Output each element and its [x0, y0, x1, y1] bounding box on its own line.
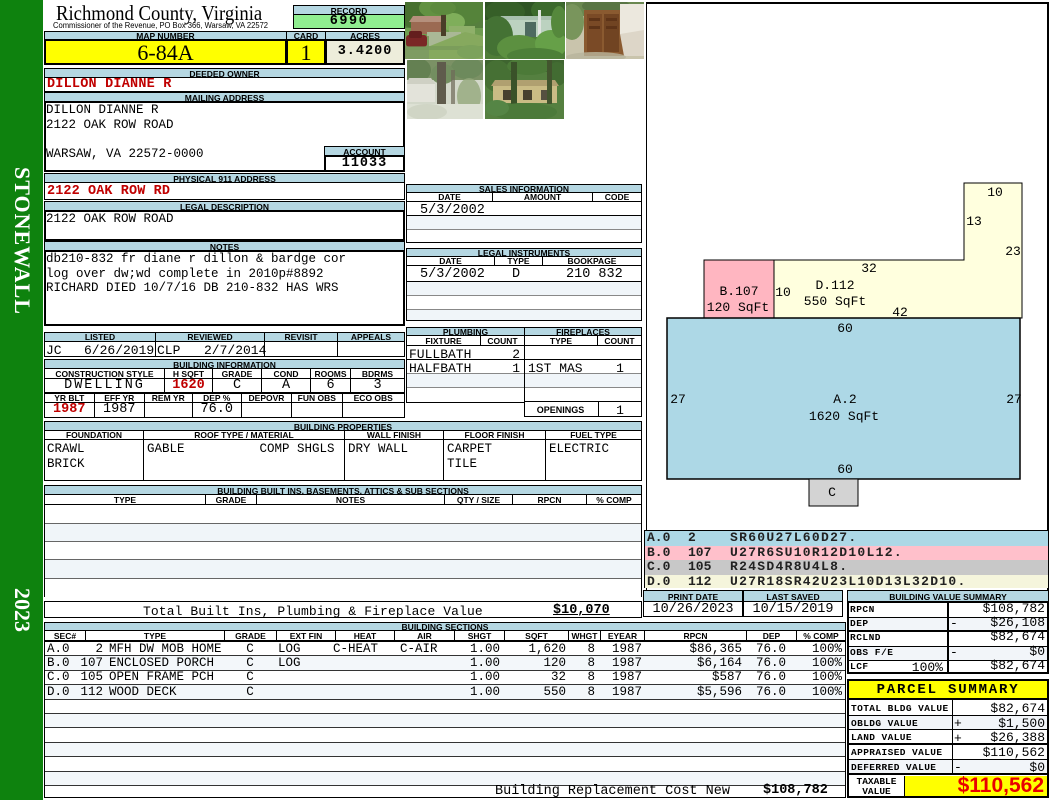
svg-text:23: 23: [1005, 244, 1021, 259]
svg-text:A.2: A.2: [833, 392, 856, 407]
svg-text:13: 13: [966, 214, 982, 229]
svg-text:D.112: D.112: [815, 278, 854, 293]
svg-text:27: 27: [1006, 392, 1022, 407]
svg-text:42: 42: [892, 305, 908, 320]
svg-text:60: 60: [837, 321, 853, 336]
svg-text:550 SqFt: 550 SqFt: [804, 294, 866, 309]
svg-text:27: 27: [670, 392, 686, 407]
svg-text:1620 SqFt: 1620 SqFt: [809, 409, 879, 424]
svg-text:10: 10: [987, 185, 1003, 200]
svg-text:60: 60: [837, 462, 853, 477]
svg-text:32: 32: [861, 261, 877, 276]
svg-text:B.107: B.107: [719, 284, 758, 299]
svg-text:10: 10: [775, 285, 791, 300]
svg-text:120 SqFt: 120 SqFt: [707, 300, 769, 315]
svg-text:C: C: [828, 485, 836, 500]
